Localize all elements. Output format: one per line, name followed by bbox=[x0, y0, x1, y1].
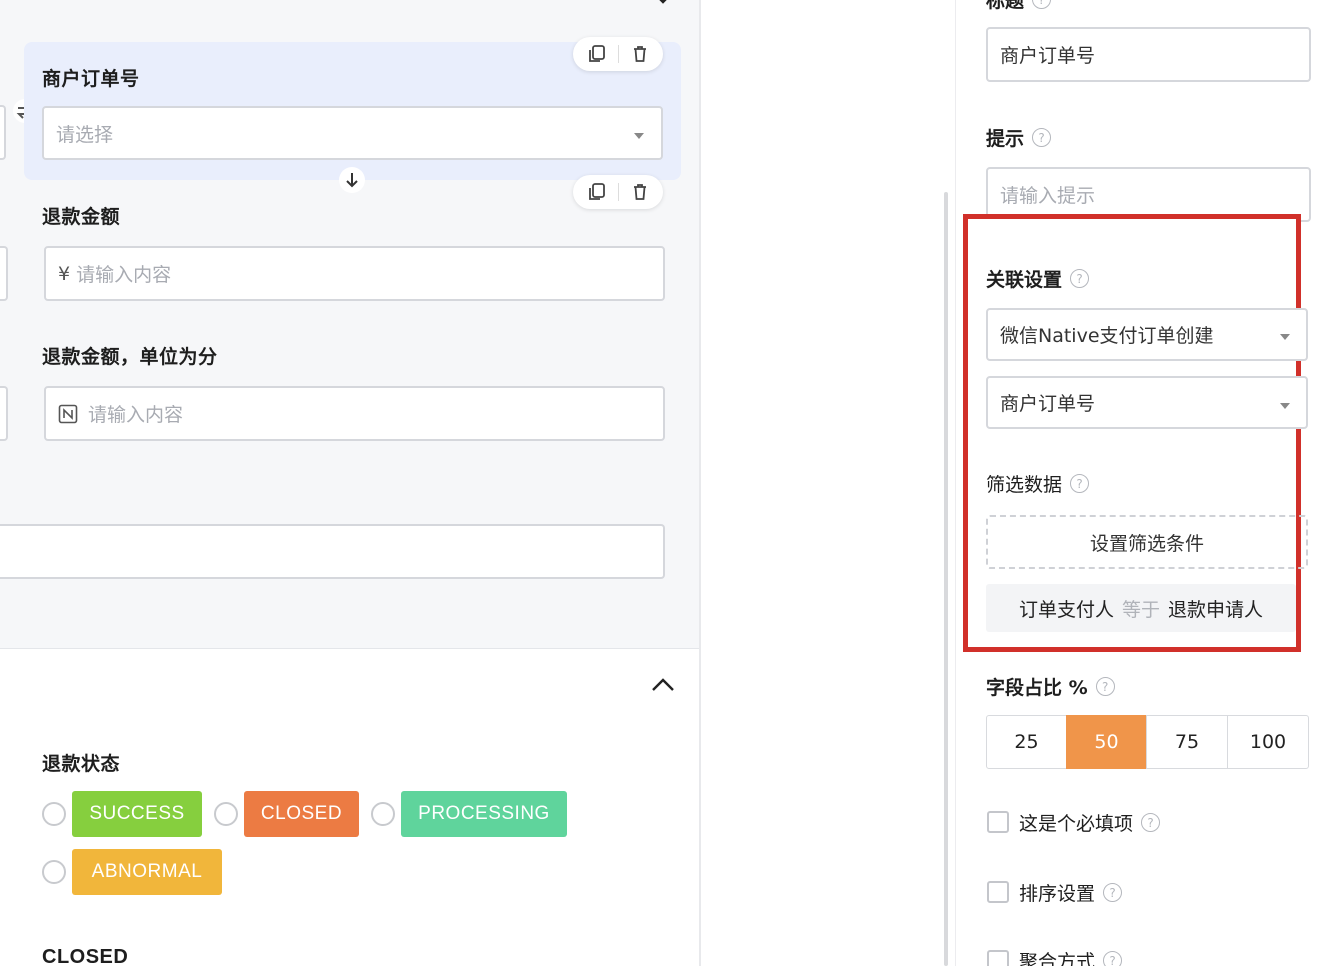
condition-left: 订单支付人 bbox=[1018, 598, 1114, 621]
field-label: 退款金额，单位为分 bbox=[42, 346, 218, 368]
order-no-select[interactable]: 请选择 bbox=[42, 106, 663, 160]
chevron-up-icon[interactable] bbox=[650, 675, 676, 693]
filter-label: 筛选数据? bbox=[986, 470, 1090, 497]
stub-input bbox=[0, 386, 8, 441]
ratio-option-100[interactable]: 100 bbox=[1227, 715, 1309, 769]
refund-cents-input[interactable]: 请输入内容 bbox=[44, 386, 665, 441]
field-label: CLOSED bbox=[42, 946, 129, 966]
scrollbar[interactable] bbox=[944, 192, 948, 966]
status-tag-closed[interactable]: CLOSED bbox=[244, 791, 359, 837]
refund-amount-input[interactable]: ¥ 请输入内容 bbox=[44, 246, 665, 301]
help-icon[interactable]: ? bbox=[1103, 951, 1123, 966]
number-icon bbox=[58, 404, 78, 423]
ratio-option-25[interactable]: 25 bbox=[986, 715, 1067, 769]
title-input[interactable]: 商户订单号 bbox=[986, 27, 1311, 82]
status-radio[interactable] bbox=[42, 802, 66, 826]
set-filter-button[interactable]: 设置筛选条件 bbox=[986, 515, 1308, 569]
field-toolbar bbox=[573, 175, 663, 209]
trash-icon[interactable] bbox=[630, 44, 650, 64]
aggregate-label: 聚合方式? bbox=[1019, 947, 1123, 966]
trash-icon[interactable] bbox=[630, 182, 650, 202]
partial-input[interactable] bbox=[0, 524, 665, 579]
field-label: 退款状态 bbox=[42, 753, 121, 775]
field-value: 商户订单号 bbox=[1000, 393, 1096, 415]
field-toolbar bbox=[573, 37, 663, 71]
sort-label: 排序设置? bbox=[1019, 879, 1123, 906]
copy-icon[interactable] bbox=[587, 182, 607, 202]
stub-input bbox=[0, 246, 8, 301]
ratio-option-75[interactable]: 75 bbox=[1146, 715, 1228, 769]
relation-label: 关联设置? bbox=[986, 265, 1090, 292]
condition-op: 等于 bbox=[1121, 598, 1160, 621]
title-value: 商户订单号 bbox=[1000, 45, 1096, 67]
middle-panel bbox=[701, 0, 955, 966]
input-placeholder: 请输入内容 bbox=[76, 264, 172, 286]
status-radio[interactable] bbox=[214, 802, 238, 826]
ratio-option-50[interactable]: 50 bbox=[1066, 715, 1147, 769]
status-radio[interactable] bbox=[42, 860, 66, 884]
form-canvas: 商户订单号 请选择 退款金额 ¥ 请输入内容 退款金额，单位为分 请输入内容 退… bbox=[0, 0, 700, 966]
help-icon[interactable]: ? bbox=[1032, 0, 1052, 9]
filter-condition[interactable]: 订单支付人 等于 退款申请人 bbox=[986, 584, 1296, 632]
status-section: 退款状态 SUCCESS CLOSED PROCESSING ABNORMAL … bbox=[0, 648, 700, 966]
source-value: 微信Native支付订单创建 bbox=[1000, 325, 1214, 347]
stub-input bbox=[0, 105, 6, 160]
status-tag-success[interactable]: SUCCESS bbox=[72, 791, 202, 837]
sort-checkbox[interactable] bbox=[987, 881, 1009, 903]
help-icon[interactable]: ? bbox=[1032, 128, 1052, 147]
width-ratio-label: 字段占比 %? bbox=[986, 673, 1115, 700]
help-icon[interactable]: ? bbox=[1103, 883, 1123, 902]
chevron-down-icon bbox=[634, 133, 644, 139]
select-placeholder: 请选择 bbox=[56, 123, 114, 146]
required-checkbox[interactable] bbox=[987, 811, 1009, 833]
property-panel: 标题? 商户订单号 提示? 请输入提示 关联设置? 微信Native支付订单创建… bbox=[956, 0, 1322, 966]
chevron-down-icon bbox=[1280, 403, 1290, 409]
help-icon[interactable]: ? bbox=[1070, 474, 1090, 493]
input-placeholder: 请输入内容 bbox=[88, 404, 184, 426]
hint-label: 提示? bbox=[986, 124, 1052, 151]
field-label: 退款金额 bbox=[42, 206, 121, 228]
status-tag-processing[interactable]: PROCESSING bbox=[401, 791, 567, 837]
title-label: 标题? bbox=[986, 0, 1052, 13]
condition-right: 退款申请人 bbox=[1168, 598, 1264, 621]
arrow-down-icon[interactable] bbox=[338, 166, 366, 194]
help-icon[interactable]: ? bbox=[1095, 677, 1115, 696]
status-tag-abnormal[interactable]: ABNORMAL bbox=[72, 849, 222, 895]
copy-icon[interactable] bbox=[587, 44, 607, 64]
hint-placeholder: 请输入提示 bbox=[1000, 185, 1096, 207]
aggregate-checkbox[interactable] bbox=[987, 950, 1009, 966]
field-label: 商户订单号 bbox=[42, 68, 140, 90]
close-icon[interactable] bbox=[650, 0, 676, 10]
source-select[interactable]: 微信Native支付订单创建 bbox=[986, 308, 1308, 361]
help-icon[interactable]: ? bbox=[1070, 269, 1090, 288]
field-select[interactable]: 商户订单号 bbox=[986, 376, 1308, 429]
required-label: 这是个必填项? bbox=[1019, 809, 1161, 836]
chevron-down-icon bbox=[1280, 334, 1290, 340]
currency-prefix: ¥ bbox=[58, 262, 71, 285]
status-radio[interactable] bbox=[371, 802, 395, 826]
help-icon[interactable]: ? bbox=[1141, 813, 1161, 832]
